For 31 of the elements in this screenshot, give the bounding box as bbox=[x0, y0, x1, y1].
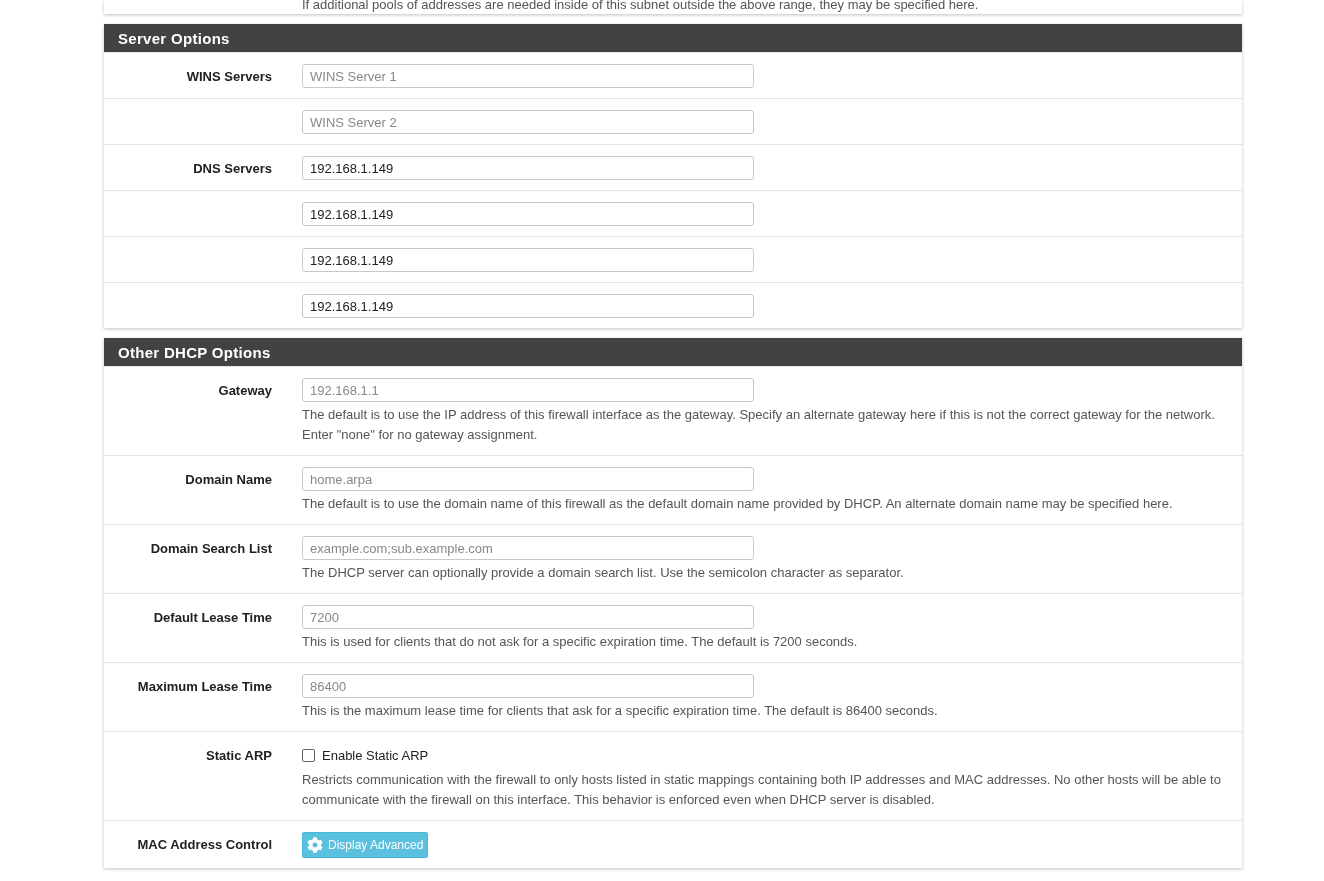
help-text: Restricts communication with the firewall to only hosts listed in static mappings containing both IP addresses and MAC addresses. No other hosts will be able to communicate with the firewall on this interface. This behavior is enforced even when DHCP server is disabled. bbox=[302, 771, 1222, 809]
help-text: The default is to use the IP address of this firewall interface as the gateway. Specify an alternate gateway here if this is not the correct gateway for the network. Enter "none" for no gateway assignment. bbox=[302, 406, 1216, 444]
help-text: The DHCP server can optionally provide a domain search list. Use the semicolon character as separator. bbox=[302, 564, 905, 582]
text-field[interactable]: home.arpa bbox=[302, 467, 754, 491]
text-field[interactable]: 86400 bbox=[302, 674, 754, 698]
checkbox-label: Enable Static ARP bbox=[322, 747, 429, 763]
field-label: WINS Servers bbox=[186, 69, 272, 84]
help-text: If additional pools of addresses are needed inside of this subnet outside the above range, they may be specified here. bbox=[302, 0, 979, 12]
text-field[interactable]: 192.168.1.1 bbox=[302, 378, 754, 402]
section-title: Server Options bbox=[104, 24, 1242, 52]
help-text: This is the maximum lease time for clients that ask for a specific expiration time. The default is 86400 seconds. bbox=[302, 702, 939, 720]
text-field[interactable]: 192.168.1.149 bbox=[302, 248, 754, 272]
field-label: Static ARP bbox=[206, 748, 272, 763]
field-label: MAC Address Control bbox=[137, 837, 272, 852]
text-field[interactable]: example.com;sub.example.com bbox=[302, 536, 754, 560]
text-field[interactable]: WINS Server 2 bbox=[302, 110, 754, 134]
text-field[interactable]: WINS Server 1 bbox=[302, 64, 754, 88]
text-field[interactable]: 192.168.1.149 bbox=[302, 202, 754, 226]
field-label: Default Lease Time bbox=[153, 610, 272, 625]
section-title: Other DHCP Options bbox=[104, 338, 1242, 366]
text-field[interactable]: 192.168.1.149 bbox=[302, 294, 754, 318]
field-label: Domain Name bbox=[185, 472, 272, 487]
text-field[interactable]: 7200 bbox=[302, 605, 754, 629]
field-label: Gateway bbox=[218, 383, 272, 398]
static-arp-checkbox[interactable]: Enable Static ARP bbox=[302, 743, 1236, 767]
field-label: Maximum Lease Time bbox=[137, 679, 272, 694]
field-label: DNS Servers bbox=[193, 161, 272, 176]
help-text: This is used for clients that do not ask for a specific expiration time. The default is 7200 seconds. bbox=[302, 633, 859, 651]
text-field[interactable]: 192.168.1.149 bbox=[302, 156, 754, 180]
help-text: The default is to use the domain name of this firewall as the default domain name provided by DHCP. An alternate domain name may be specified here. bbox=[302, 495, 1174, 513]
field-label: Domain Search List bbox=[150, 541, 272, 556]
